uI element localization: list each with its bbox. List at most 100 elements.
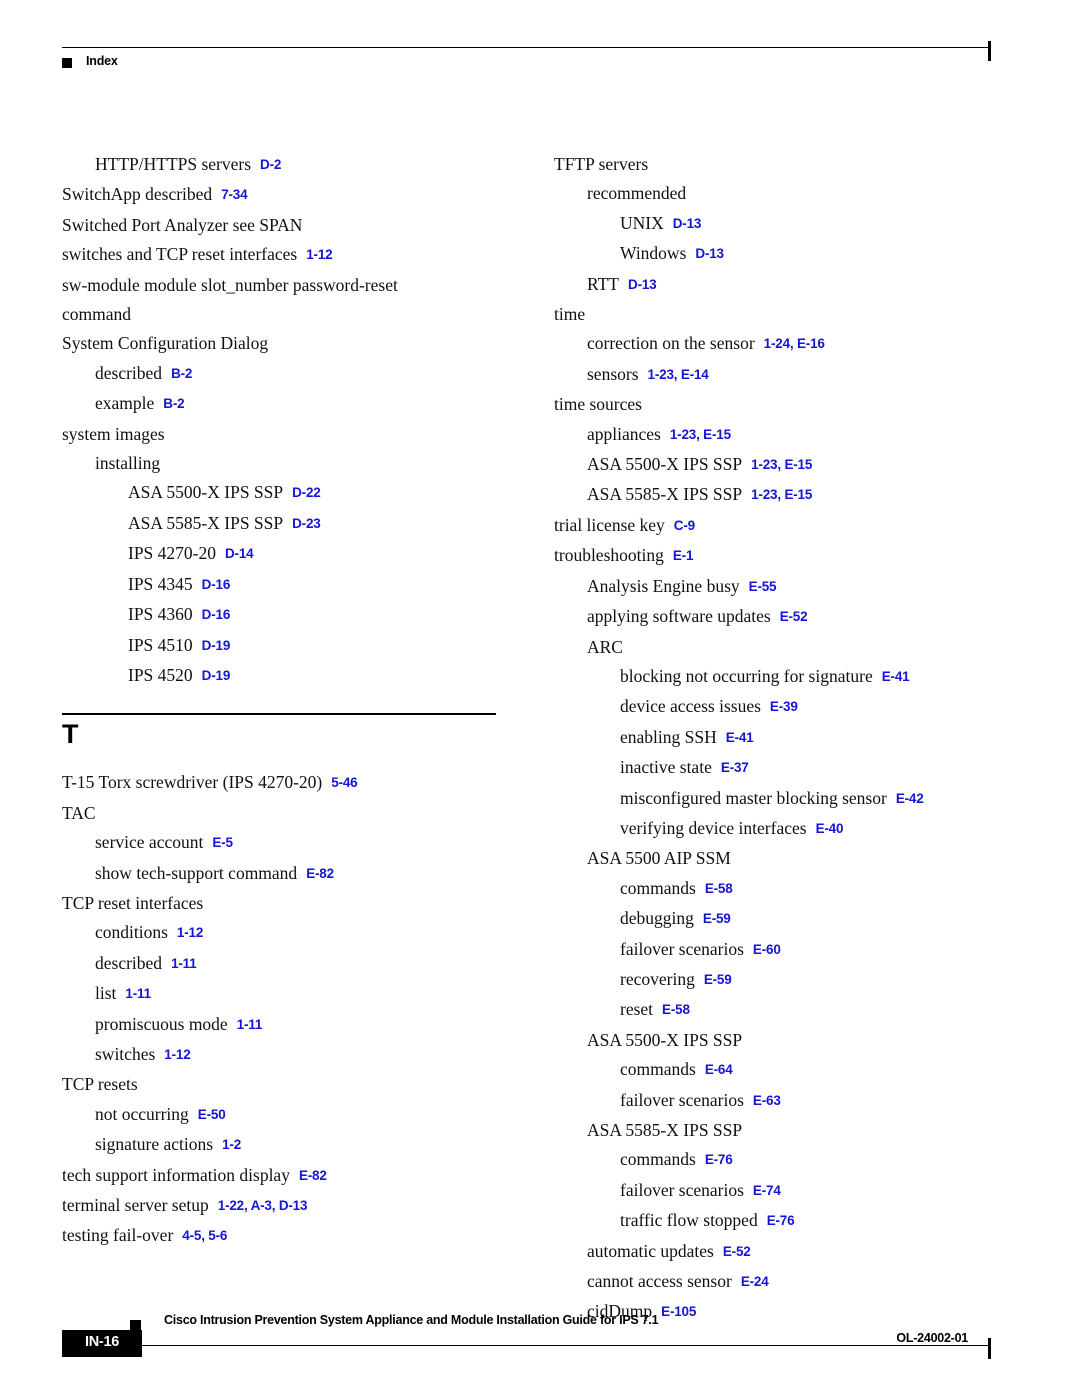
header-edge-tick	[988, 41, 991, 61]
index-entry: failover scenarios E-60	[554, 935, 994, 965]
index-page-reference[interactable]: E-82	[306, 866, 334, 881]
index-page-reference[interactable]: D-13	[628, 277, 657, 292]
index-entry-term: commands	[620, 1059, 696, 1080]
index-page-reference[interactable]: D-23	[292, 516, 321, 531]
index-page-reference[interactable]: C-9	[674, 518, 695, 533]
index-page-reference[interactable]: 5-46	[331, 775, 357, 790]
index-page-reference[interactable]: E-74	[753, 1183, 781, 1198]
index-entry-term: TFTP servers	[554, 154, 649, 174]
index-entry: sensors 1-23, E-14	[554, 360, 994, 390]
index-entry: tech support information display E-82	[62, 1161, 502, 1191]
index-page-reference[interactable]: D-13	[695, 246, 724, 261]
index-entry-term: ASA 5500-X IPS SSP	[587, 454, 743, 475]
index-entry-term: service account	[95, 832, 204, 853]
index-page-reference[interactable]: 1-23, E-15	[751, 487, 812, 502]
index-page-reference[interactable]: D-19	[202, 638, 231, 653]
index-page-reference[interactable]: 1-24, E-16	[764, 336, 825, 351]
index-entry-term-continuation: command	[62, 304, 132, 325]
index-entry-term: SwitchApp described	[62, 184, 213, 205]
index-page-reference[interactable]: E-5	[212, 835, 233, 850]
index-page-reference[interactable]: E-40	[816, 821, 844, 836]
index-page-reference[interactable]: 1-2	[222, 1137, 241, 1152]
index-entry: TFTP servers	[554, 150, 994, 179]
index-entry-term: UNIX	[620, 212, 664, 233]
index-entry: blocking not occurring for signature E-41	[554, 662, 994, 692]
index-entry-term: Windows	[620, 243, 687, 264]
index-page-reference[interactable]: D-13	[673, 216, 702, 231]
index-entry-term: verifying device interfaces	[620, 817, 807, 838]
index-entry: appliances 1-23, E-15	[554, 420, 994, 450]
index-entry-term: ARC	[587, 636, 623, 657]
index-entry: conditions 1-12	[62, 918, 502, 948]
index-page-reference[interactable]: E-1	[673, 548, 694, 563]
index-entry: terminal server setup 1-22, A-3, D-13	[62, 1191, 502, 1221]
index-entry-term: ASA 5585-X IPS SSP	[128, 512, 284, 533]
index-page-reference[interactable]: 7-34	[221, 187, 247, 202]
footer-edge-tick	[988, 1338, 991, 1359]
index-page-reference[interactable]: E-52	[723, 1244, 751, 1259]
index-page-reference[interactable]: D-2	[260, 157, 281, 172]
index-page-reference[interactable]: D-19	[202, 668, 231, 683]
index-page-reference[interactable]: 1-12	[177, 925, 203, 940]
index-entry-term: automatic updates	[587, 1240, 714, 1261]
page-header: Index	[0, 0, 1080, 90]
index-entry: TCP resets	[62, 1070, 502, 1099]
index-page-reference[interactable]: E-60	[753, 942, 781, 957]
index-entry-term: testing fail-over	[62, 1225, 174, 1246]
index-page-reference[interactable]: E-58	[662, 1002, 690, 1017]
index-page-reference[interactable]: E-39	[770, 699, 798, 714]
index-page-reference[interactable]: B-2	[163, 396, 184, 411]
index-page-reference[interactable]: 4-5, 5-6	[182, 1228, 227, 1243]
index-page-reference[interactable]: 1-22, A-3, D-13	[218, 1198, 308, 1213]
index-page-reference[interactable]: 1-11	[125, 986, 151, 1001]
index-page-reference[interactable]: E-41	[882, 669, 910, 684]
index-page-reference[interactable]: 1-12	[306, 247, 332, 262]
index-page-reference[interactable]: D-22	[292, 485, 321, 500]
index-entry: reset E-58	[554, 995, 994, 1025]
index-page-reference[interactable]: E-42	[896, 791, 924, 806]
index-entry-term: troubleshooting	[554, 545, 664, 566]
header-divider-rule	[62, 47, 990, 48]
index-entry: System Configuration Dialog	[62, 329, 502, 358]
index-entry: Analysis Engine busy E-55	[554, 572, 994, 602]
index-page-reference[interactable]: E-52	[780, 609, 808, 624]
index-entry-term: ASA 5500-X IPS SSP	[587, 1029, 743, 1050]
index-entry: IPS 4270-20 D-14	[62, 539, 502, 569]
index-entry: ASA 5585-X IPS SSP D-23	[62, 509, 502, 539]
index-page-reference[interactable]: E-76	[705, 1152, 733, 1167]
index-page-reference[interactable]: E-64	[705, 1062, 733, 1077]
index-entry-term: RTT	[587, 273, 620, 294]
index-entry: debugging E-59	[554, 904, 994, 934]
index-page-reference[interactable]: 1-11	[237, 1017, 263, 1032]
index-entry-term: IPS 4520	[128, 664, 193, 685]
index-entry-term: time	[554, 304, 586, 325]
index-entry-term: IPS 4345	[128, 573, 193, 594]
index-entry-term: sensors	[587, 363, 639, 384]
index-entry: testing fail-over 4-5, 5-6	[62, 1221, 502, 1251]
index-page-reference[interactable]: E-59	[703, 911, 731, 926]
index-entry: inactive state E-37	[554, 753, 994, 783]
index-page-reference[interactable]: E-37	[721, 760, 749, 775]
index-entry-term: blocking not occurring for signature	[620, 665, 873, 686]
index-page-reference[interactable]: D-16	[202, 607, 231, 622]
index-page-reference[interactable]: E-63	[753, 1093, 781, 1108]
index-page-reference[interactable]: 1-23, E-15	[670, 427, 731, 442]
index-page-reference[interactable]: 1-23, E-15	[751, 457, 812, 472]
index-page-reference[interactable]: 1-12	[164, 1047, 190, 1062]
index-page-reference[interactable]: E-59	[704, 972, 732, 987]
index-entry-term: Switched Port Analyzer see SPAN	[62, 214, 303, 235]
index-page-reference[interactable]: D-14	[225, 546, 254, 561]
index-page-reference[interactable]: D-16	[202, 577, 231, 592]
index-page-reference[interactable]: E-58	[705, 881, 733, 896]
index-page-reference[interactable]: 1-11	[171, 956, 197, 971]
index-page-reference[interactable]: E-41	[726, 730, 754, 745]
index-page-reference[interactable]: E-50	[198, 1107, 226, 1122]
index-page-reference[interactable]: E-24	[741, 1274, 769, 1289]
index-page-reference[interactable]: 1-23, E-14	[648, 367, 709, 382]
index-page-reference[interactable]: E-55	[749, 579, 777, 594]
index-page-reference[interactable]: E-76	[767, 1213, 795, 1228]
index-entry-term: commands	[620, 1149, 696, 1170]
index-entry-term: IPS 4270-20	[128, 543, 216, 564]
index-page-reference[interactable]: E-82	[299, 1168, 327, 1183]
index-page-reference[interactable]: B-2	[171, 366, 192, 381]
